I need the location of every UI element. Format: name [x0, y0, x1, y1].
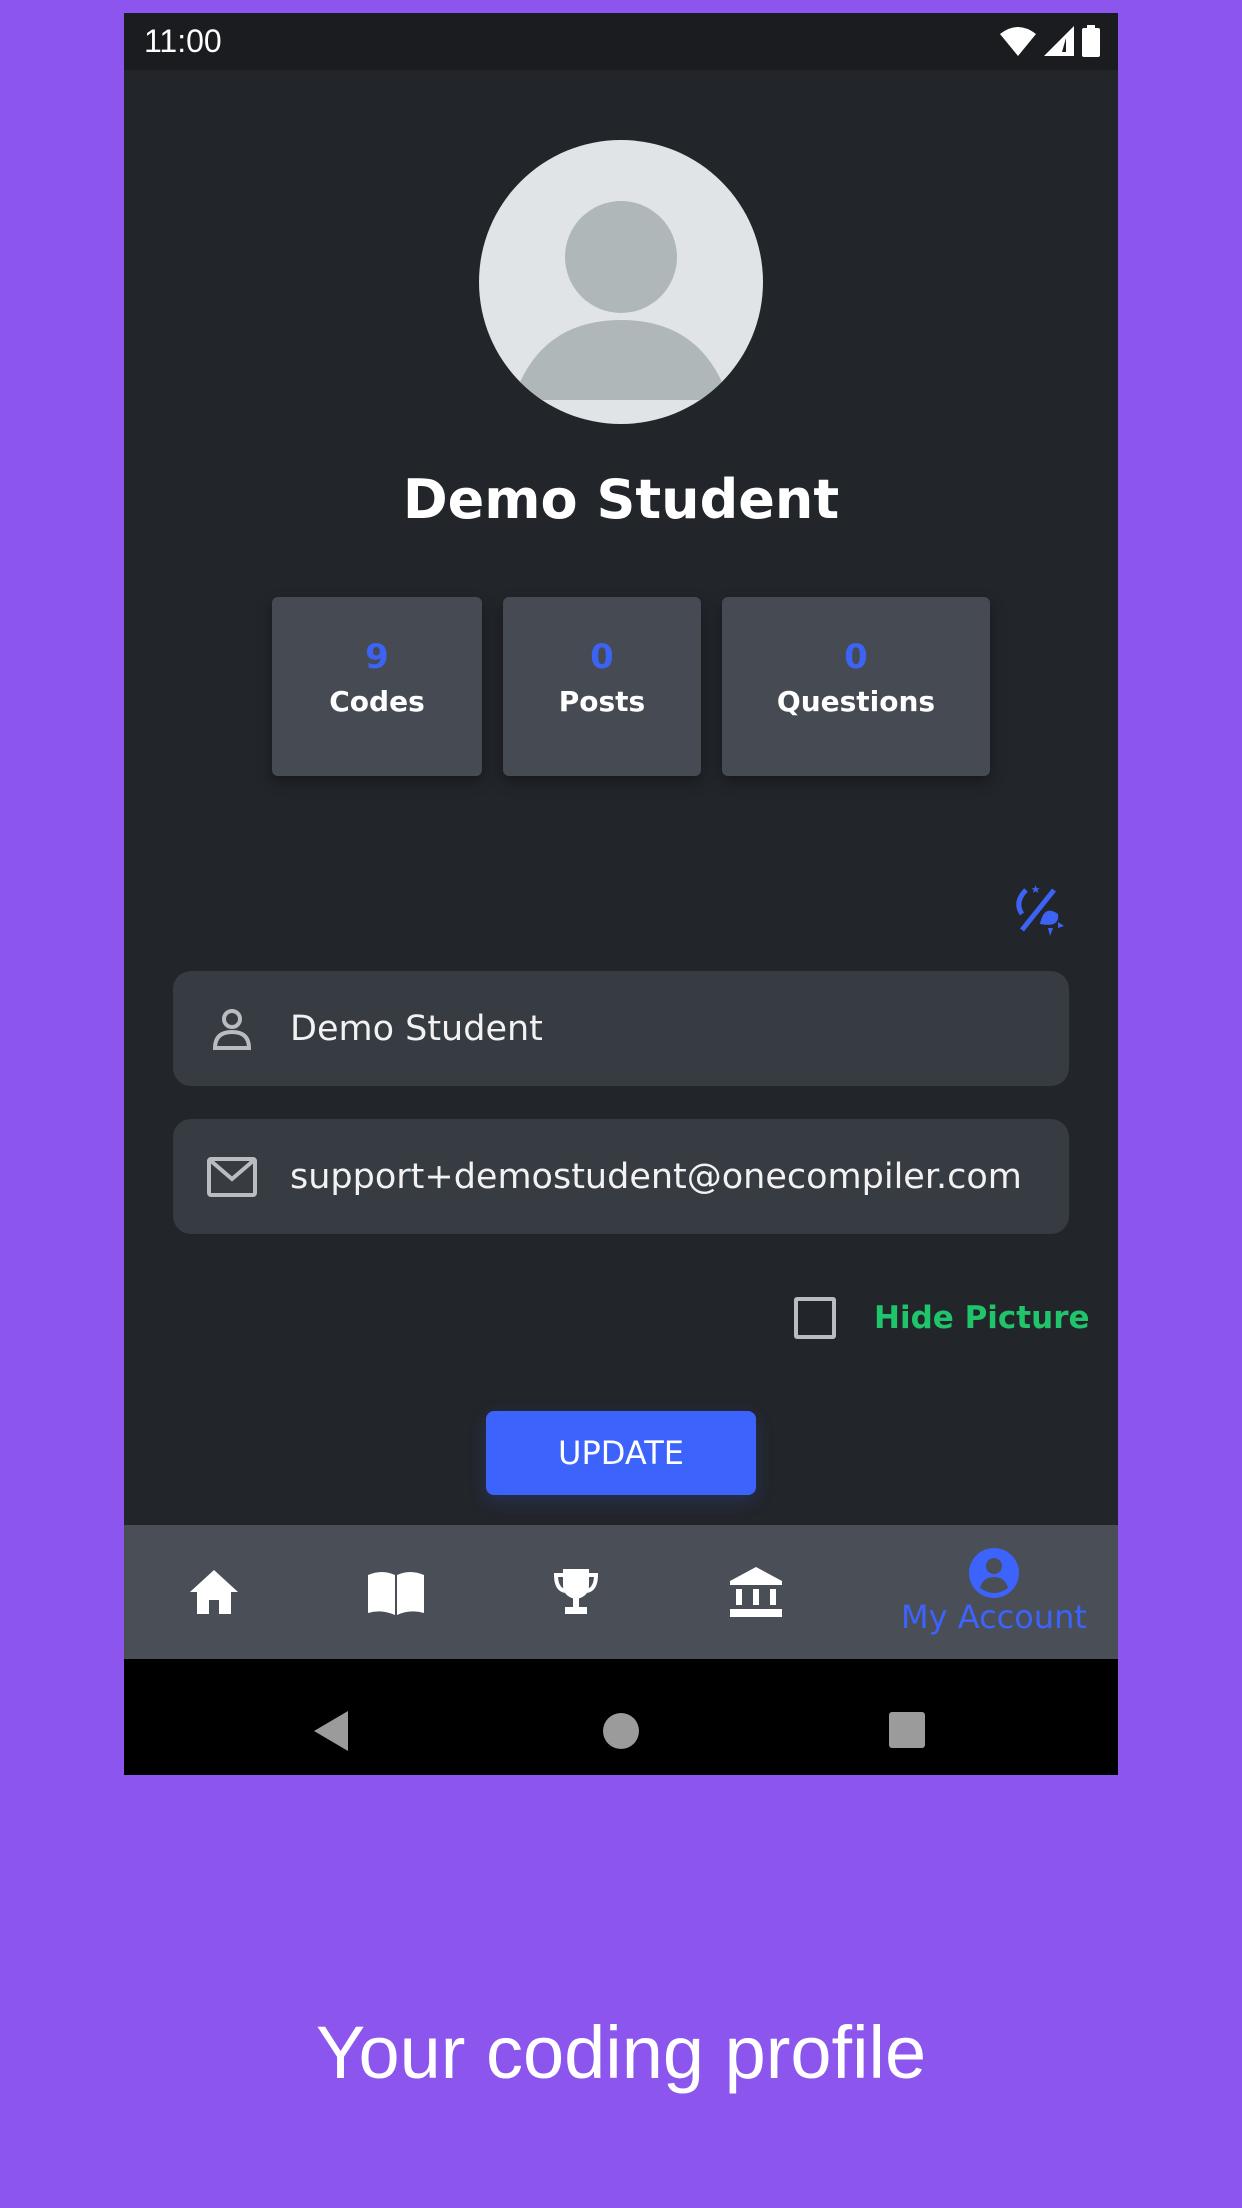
- home-icon: [190, 1570, 238, 1614]
- battery-icon: [1082, 25, 1100, 57]
- nav-institution[interactable]: [716, 1525, 796, 1659]
- account-circle-icon: [969, 1548, 1019, 1598]
- caption: Your coding profile: [315, 2011, 927, 2094]
- home-circle-icon[interactable]: [603, 1713, 639, 1749]
- name-input[interactable]: Demo Student: [173, 971, 1069, 1086]
- status-bar: 11:00: [124, 13, 1118, 70]
- hide-picture-checkbox[interactable]: [794, 1297, 836, 1339]
- phone-screen: 11:00 Demo Student 9 Codes 0 Posts 0 Que…: [124, 13, 1118, 1775]
- update-button[interactable]: UPDATE: [486, 1411, 756, 1495]
- back-icon[interactable]: [314, 1711, 348, 1751]
- book-icon: [368, 1572, 424, 1615]
- stat-codes[interactable]: 9 Codes: [272, 597, 482, 776]
- system-nav-bar: [124, 1659, 1118, 1775]
- email-input[interactable]: support+demostudent@onecompiler.com: [173, 1119, 1069, 1234]
- wifi-icon: [1000, 27, 1036, 56]
- mail-icon: [206, 1156, 257, 1197]
- hide-picture-label[interactable]: Hide Picture: [874, 1297, 1090, 1339]
- stat-label: Questions: [776, 685, 936, 718]
- bottom-nav: My Account: [124, 1525, 1118, 1659]
- recents-icon[interactable]: [889, 1712, 925, 1748]
- theme-toggle-icon[interactable]: [1014, 884, 1064, 936]
- name-value: Demo Student: [290, 1008, 543, 1049]
- stat-value: 9: [365, 637, 389, 677]
- signal-icon: [1044, 26, 1074, 56]
- stat-posts[interactable]: 0 Posts: [503, 597, 701, 776]
- profile-name: Demo Student: [402, 468, 840, 531]
- email-value: support+demostudent@onecompiler.com: [290, 1156, 1022, 1197]
- nav-challenges[interactable]: [536, 1525, 616, 1659]
- stat-label: Posts: [558, 685, 646, 718]
- stat-questions[interactable]: 0 Questions: [722, 597, 990, 776]
- default-avatar-icon: [513, 201, 729, 400]
- trophy-icon: [553, 1569, 599, 1614]
- stat-value: 0: [844, 637, 868, 677]
- stat-label: Codes: [329, 685, 425, 718]
- nav-learn[interactable]: [356, 1525, 436, 1659]
- nav-label: My Account: [901, 1598, 1087, 1636]
- bank-icon: [730, 1567, 782, 1617]
- nav-my-account[interactable]: My Account: [894, 1525, 1094, 1659]
- stat-value: 0: [590, 637, 614, 677]
- nav-home[interactable]: [174, 1525, 254, 1659]
- status-time: 11:00: [144, 23, 222, 59]
- person-icon: [212, 1008, 251, 1050]
- avatar[interactable]: [479, 140, 763, 424]
